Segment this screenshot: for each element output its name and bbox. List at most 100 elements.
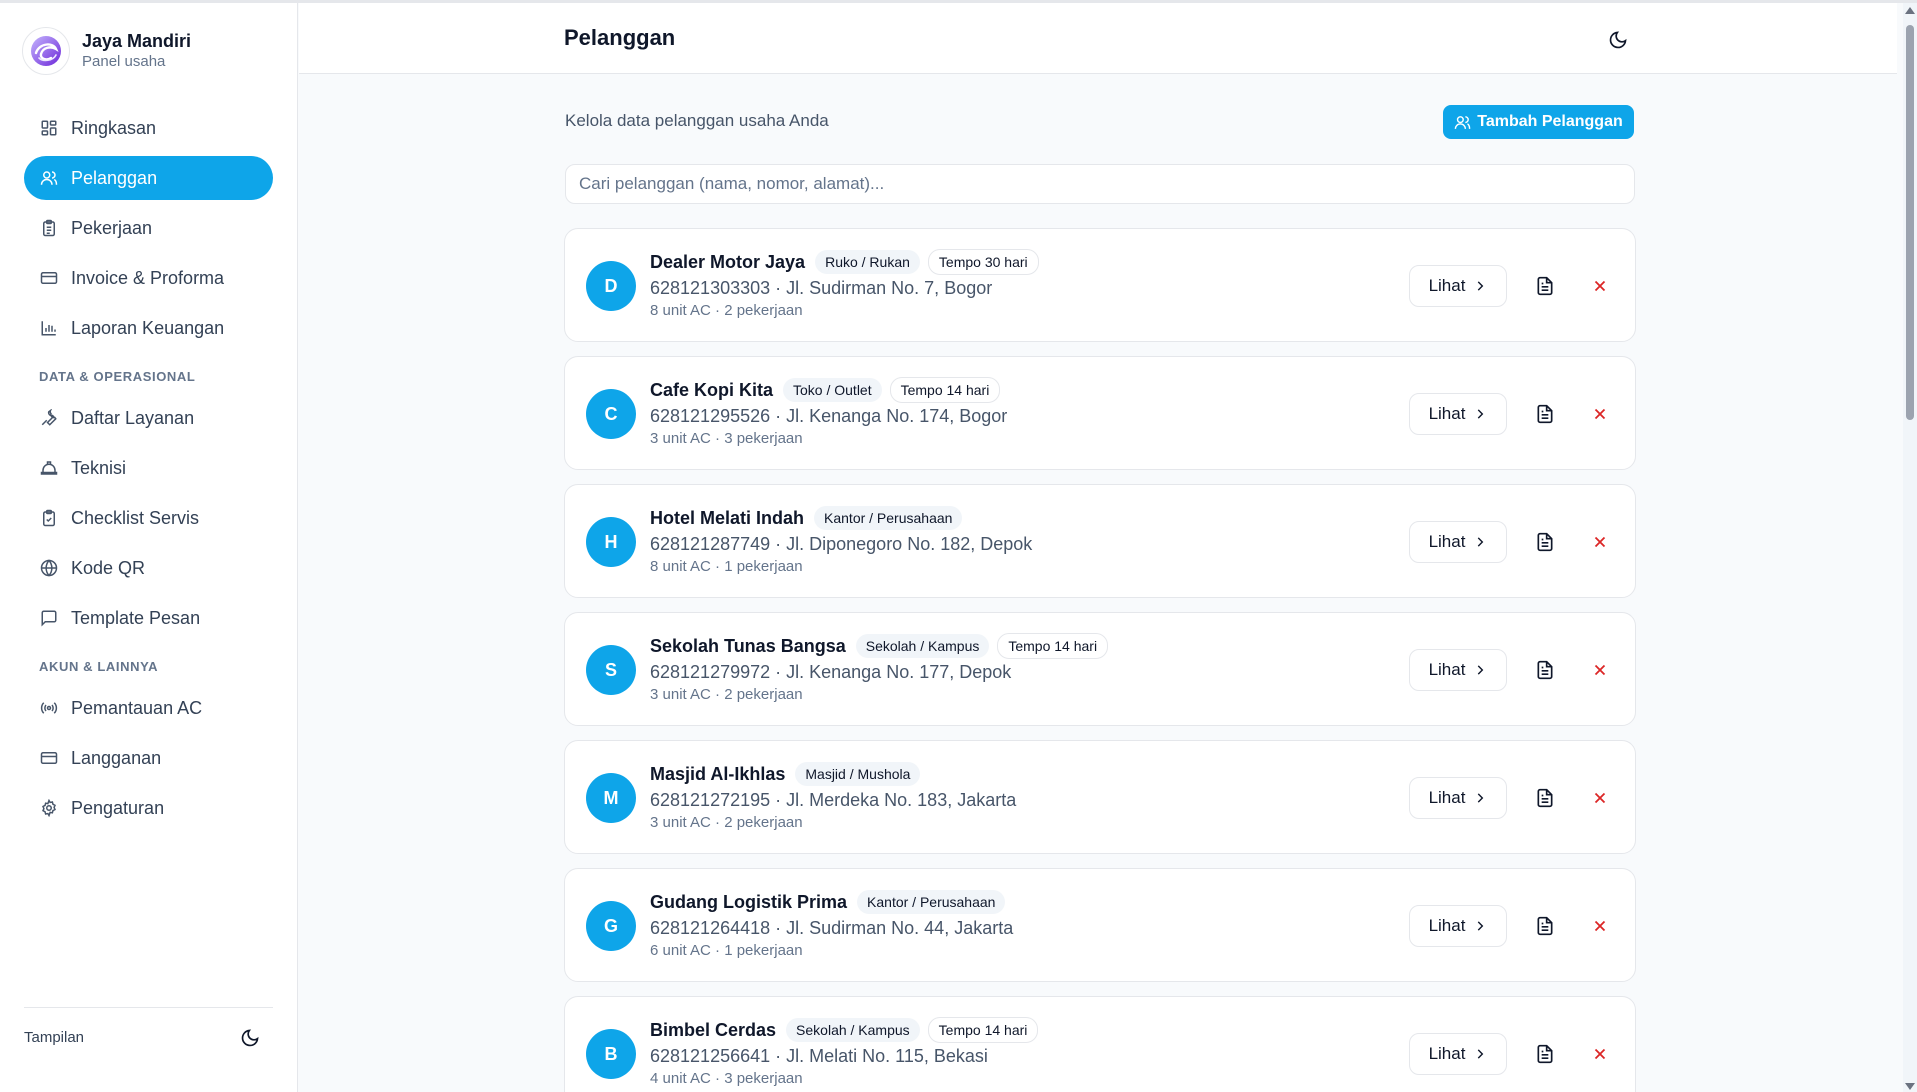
customer-stats: 6 unit AC · 1 pekerjaan (650, 942, 803, 959)
document-button[interactable] (1531, 400, 1559, 428)
view-label: Lihat (1428, 788, 1466, 807)
chevron-right-icon (1478, 409, 1484, 419)
sidebar-item-langganan[interactable]: Langganan (24, 736, 273, 780)
view-button[interactable]: Lihat (1409, 777, 1507, 819)
customer-contact: 628121303303 · Jl. Sudirman No. 7, Bogor (650, 278, 993, 298)
delete-button[interactable] (1586, 400, 1614, 428)
view-label: Lihat (1428, 276, 1466, 295)
customer-name: Bimbel Cerdas (650, 1019, 777, 1040)
customer-stats: 4 unit AC · 3 pekerjaan (650, 1070, 803, 1087)
terms-badge: Tempo 14 hari (889, 377, 1001, 403)
sidebar-item-label: Pemantauan AC (71, 697, 203, 718)
sidebar-item-pemantauan-ac[interactable]: Pemantauan AC (24, 686, 273, 730)
clipboard-icon (39, 218, 59, 238)
avatar: B (586, 1029, 636, 1079)
chevron-right-icon (1478, 793, 1484, 803)
add-customer-label: Tambah Pelanggan (1477, 113, 1623, 130)
terms-badge: Tempo 14 hari (927, 1017, 1039, 1043)
gear-icon (39, 798, 59, 818)
delete-button[interactable] (1586, 528, 1614, 556)
delete-button[interactable] (1586, 1040, 1614, 1068)
customer-card: S Sekolah Tunas Bangsa Sekolah / Kampus … (564, 612, 1636, 726)
delete-button[interactable] (1586, 784, 1614, 812)
sidebar-item-label: Checklist Servis (71, 507, 200, 528)
document-button[interactable] (1531, 528, 1559, 556)
sidebar-item-checklist[interactable]: Checklist Servis (24, 496, 273, 540)
sidebar-item-kode-qr[interactable]: Kode QR (24, 546, 273, 590)
document-icon (1537, 1044, 1553, 1064)
document-button[interactable] (1531, 272, 1559, 300)
sidebar-item-label: Invoice & Proforma (71, 267, 225, 288)
customer-contact: 628121264418 · Jl. Sudirman No. 44, Jaka… (650, 918, 1014, 938)
sidebar-item-template-pesan[interactable]: Template Pesan (24, 596, 273, 640)
sidebar-item-laporan[interactable]: Laporan Keuangan (24, 306, 273, 350)
view-button[interactable]: Lihat (1409, 265, 1507, 307)
customer-stats: 3 unit AC · 3 pekerjaan (650, 430, 803, 447)
document-icon (1537, 404, 1553, 424)
customer-contact: 628121287749 · Jl. Diponegoro No. 182, D… (650, 534, 1033, 554)
sidebar-item-label: Kode QR (71, 557, 146, 578)
dashboard-icon (39, 118, 59, 138)
view-button[interactable]: Lihat (1409, 1033, 1507, 1075)
terms-badge: Tempo 14 hari (997, 633, 1109, 659)
customer-list: D Dealer Motor Jaya Ruko / Rukan Tempo 3… (564, 228, 1636, 1092)
chevron-right-icon (1478, 1049, 1484, 1059)
chevron-right-icon (1478, 665, 1484, 675)
view-button[interactable]: Lihat (1409, 393, 1507, 435)
close-icon (1594, 280, 1606, 292)
sidebar-item-teknisi[interactable]: Teknisi (24, 446, 273, 490)
credit-card-icon (39, 748, 59, 768)
header-theme-toggle-button[interactable] (1603, 25, 1633, 55)
user-plus-icon (1454, 115, 1471, 129)
theme-toggle-button[interactable] (235, 1023, 265, 1053)
view-button[interactable]: Lihat (1409, 905, 1507, 947)
sidebar-item-invoice[interactable]: Invoice & Proforma (24, 256, 273, 300)
sidebar-item-pengaturan[interactable]: Pengaturan (24, 786, 273, 830)
close-icon (1594, 408, 1606, 420)
document-icon (1537, 532, 1553, 552)
delete-button[interactable] (1586, 272, 1614, 300)
brand[interactable]: Jaya Mandiri Panel usaha (22, 27, 191, 75)
sidebar-item-daftar-layanan[interactable]: Daftar Layanan (24, 396, 273, 440)
close-icon (1594, 536, 1606, 548)
category-badge: Kantor / Perusahaan (814, 506, 963, 530)
scroll-up-icon[interactable] (1905, 7, 1915, 14)
page-scrollbar[interactable] (1903, 3, 1917, 1092)
sidebar-item-ringkasan[interactable]: Ringkasan (24, 106, 273, 150)
view-label: Lihat (1428, 532, 1466, 551)
customer-stats: 8 unit AC · 1 pekerjaan (650, 558, 803, 575)
document-icon (1537, 788, 1553, 808)
brand-logo-icon (22, 27, 70, 75)
category-badge: Sekolah / Kampus (855, 634, 990, 658)
customer-card: C Cafe Kopi Kita Toko / Outlet Tempo 14 … (564, 356, 1636, 470)
document-button[interactable] (1531, 1040, 1559, 1068)
delete-button[interactable] (1586, 912, 1614, 940)
customer-card: D Dealer Motor Jaya Ruko / Rukan Tempo 3… (564, 228, 1636, 342)
close-icon (1594, 664, 1606, 676)
wrench-icon (39, 408, 59, 428)
view-button[interactable]: Lihat (1409, 521, 1507, 563)
view-button[interactable]: Lihat (1409, 649, 1507, 691)
close-icon (1594, 792, 1606, 804)
brand-subtitle: Panel usaha (82, 53, 166, 70)
sidebar-item-pelanggan[interactable]: Pelanggan (24, 156, 273, 200)
document-button[interactable] (1531, 912, 1559, 940)
scroll-down-icon[interactable] (1905, 1083, 1915, 1090)
users-icon (39, 168, 59, 188)
scroll-thumb[interactable] (1906, 25, 1914, 420)
sidebar-item-pekerjaan[interactable]: Pekerjaan (24, 206, 273, 250)
customer-name: Cafe Kopi Kita (650, 379, 774, 400)
document-button[interactable] (1531, 656, 1559, 684)
search-input[interactable] (565, 164, 1635, 204)
customer-stats: 3 unit AC · 2 pekerjaan (650, 686, 803, 703)
customer-stats: 3 unit AC · 2 pekerjaan (650, 814, 803, 831)
add-customer-button[interactable]: Tambah Pelanggan (1443, 105, 1634, 139)
document-button[interactable] (1531, 784, 1559, 812)
nav-section-account: AKUN & LAINNYA (39, 659, 159, 674)
chevron-right-icon (1478, 537, 1484, 547)
chevron-right-icon (1478, 921, 1484, 931)
customer-name: Gudang Logistik Prima (650, 891, 848, 912)
delete-button[interactable] (1586, 656, 1614, 684)
view-label: Lihat (1428, 660, 1466, 679)
moon-icon (241, 1028, 259, 1046)
